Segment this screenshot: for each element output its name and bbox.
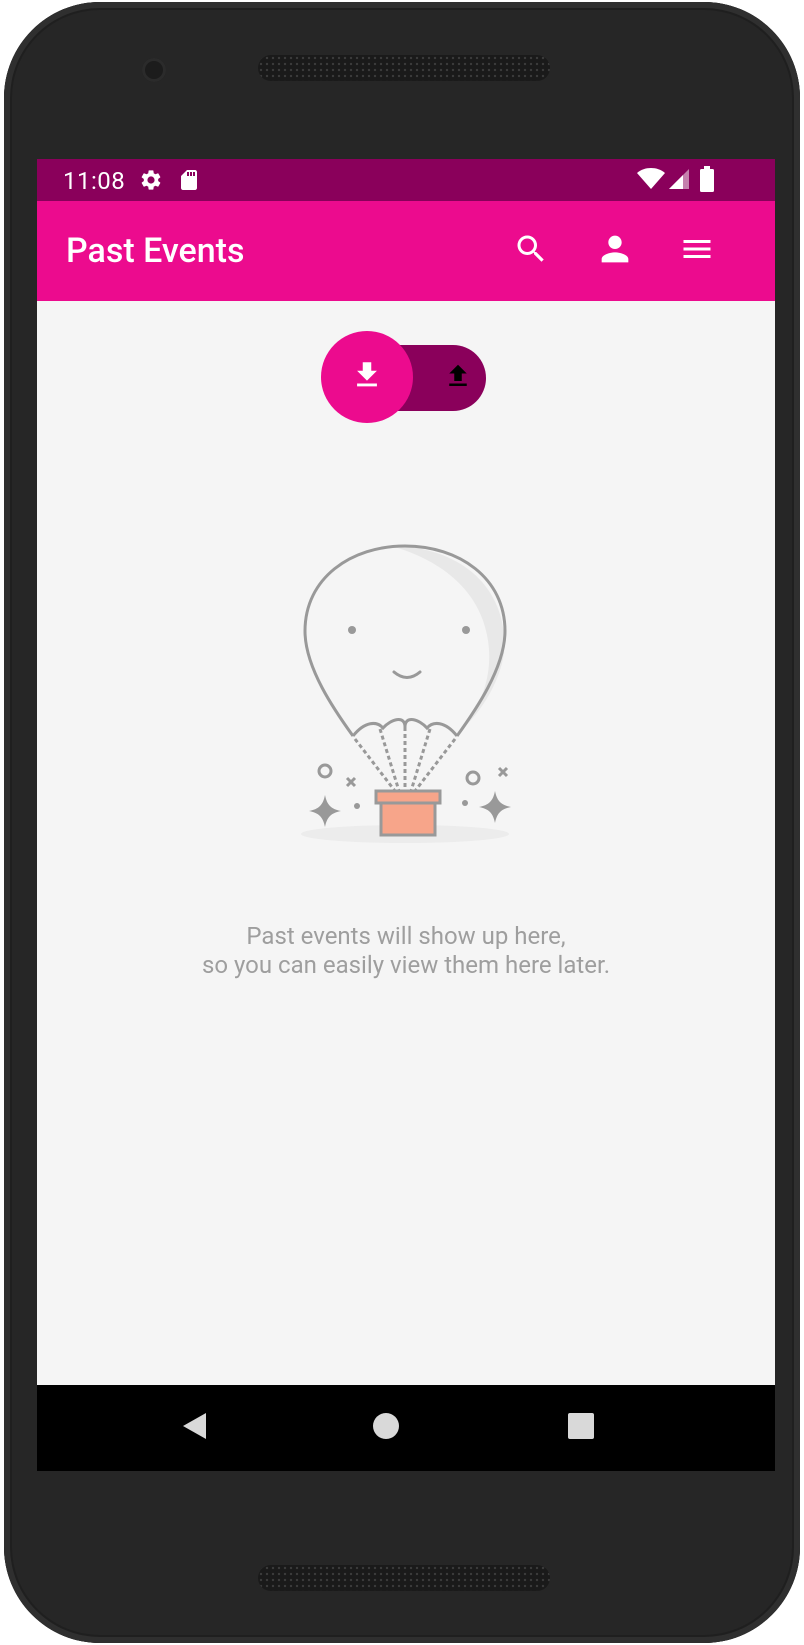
app-bar: Past Events — [37, 201, 775, 301]
empty-state-line1: Past events will show up here, — [246, 922, 566, 950]
upload-option[interactable] — [425, 345, 491, 411]
search-button[interactable] — [509, 229, 553, 273]
page-title: Past Events — [66, 231, 245, 271]
sd-card-icon — [177, 168, 201, 196]
wifi-icon — [637, 167, 665, 195]
bottom-speaker — [258, 1565, 550, 1591]
navigation-bar — [37, 1385, 775, 1471]
balloon-illustration — [295, 543, 515, 847]
recents-icon — [567, 1412, 595, 1444]
empty-state-line2: so you can easily view them here later. — [201, 951, 611, 979]
earpiece-speaker — [258, 55, 550, 81]
home-icon — [372, 1412, 400, 1444]
recents-button[interactable] — [559, 1406, 603, 1450]
download-option[interactable] — [321, 331, 413, 423]
front-camera — [142, 58, 166, 82]
phone-frame: 11:08 Past Events Past events will show … — [0, 0, 804, 1645]
account-button[interactable] — [593, 229, 637, 273]
back-icon — [179, 1411, 209, 1445]
screen: 11:08 Past Events Past events will show … — [37, 159, 775, 1471]
search-icon — [513, 231, 549, 271]
upload-icon — [443, 361, 473, 395]
menu-button[interactable] — [675, 229, 719, 273]
status-bar: 11:08 — [37, 159, 775, 201]
battery-icon — [699, 166, 715, 196]
settings-icon — [139, 168, 163, 196]
home-button[interactable] — [364, 1406, 408, 1450]
signal-icon — [667, 167, 691, 195]
status-time: 11:08 — [63, 167, 126, 195]
back-button[interactable] — [172, 1406, 216, 1450]
download-icon — [350, 358, 384, 396]
sync-toggle[interactable] — [321, 331, 486, 423]
account-icon — [595, 229, 635, 273]
menu-icon — [679, 231, 715, 271]
